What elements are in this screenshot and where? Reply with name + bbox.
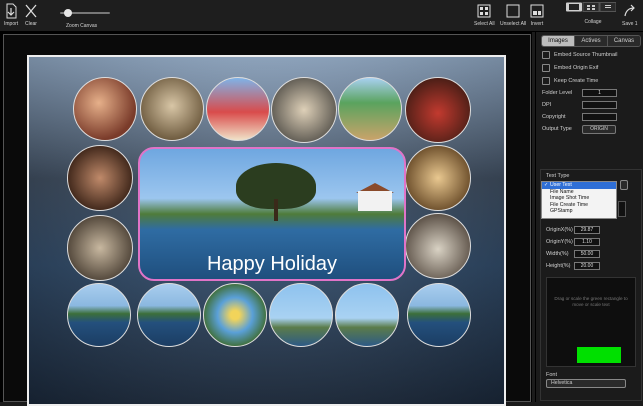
photo-circle[interactable] — [405, 77, 471, 143]
folder-level-field[interactable]: 1 — [582, 89, 617, 97]
folder-level-label: Folder Level — [542, 90, 573, 96]
tab-actives[interactable]: Actives — [575, 36, 608, 46]
text-type-dropdown[interactable] — [620, 180, 628, 190]
menu-item-label: GPStamp — [550, 208, 573, 214]
import-button[interactable]: Import — [4, 2, 18, 27]
checkbox-label: Embed Source Thumbnail — [554, 52, 618, 58]
tree-trunk — [274, 199, 278, 221]
checkbox-embed-thumbnail[interactable]: Embed Source Thumbnail — [542, 51, 618, 59]
photo-circle[interactable] — [67, 215, 133, 281]
collage-mode-group[interactable]: Collage — [566, 2, 616, 25]
photo-circle[interactable] — [338, 77, 402, 141]
layout-mode-icons — [566, 2, 616, 12]
invert-icon — [530, 4, 544, 18]
menu-item-label: User Text — [550, 182, 572, 188]
checkbox-box[interactable] — [542, 64, 550, 72]
width-field[interactable]: 50.00 — [574, 250, 600, 258]
zoom-label: Zoom Canvas — [66, 23, 98, 29]
toolbar: Import Clear Zoom Canvas Select All Unse… — [0, 0, 643, 32]
invert-button[interactable]: Invert — [530, 2, 544, 27]
copyright-field[interactable] — [582, 113, 617, 121]
photo-circle[interactable] — [269, 283, 333, 347]
photo-circle[interactable] — [206, 77, 270, 141]
empty-square-icon — [506, 4, 520, 18]
font-label: Font — [546, 372, 558, 378]
copyright-label: Copyright — [542, 114, 566, 120]
save-label: Save 1 — [622, 21, 638, 27]
photo-circle[interactable] — [405, 145, 471, 211]
clear-button[interactable]: Clear — [24, 2, 38, 27]
share-arrow-icon — [624, 4, 635, 17]
photo-circle[interactable] — [203, 283, 267, 347]
originx-field[interactable]: 29.87 — [574, 226, 600, 234]
photo-circle[interactable] — [67, 145, 133, 211]
collage-canvas[interactable]: Happy Holiday — [27, 55, 506, 406]
photo-circle[interactable] — [335, 283, 399, 347]
zoom-slider-knob[interactable] — [63, 9, 72, 17]
select-all-button[interactable]: Select All — [474, 2, 495, 27]
originx-label: OriginX(%) — [546, 227, 573, 233]
main-photo[interactable]: Happy Holiday — [138, 147, 406, 281]
height-label: Height(%) — [546, 263, 571, 269]
height-field[interactable]: 20.00 — [574, 262, 600, 270]
photo-circle[interactable] — [137, 283, 201, 347]
text-input-field[interactable] — [618, 201, 626, 217]
output-type-label: Output Type — [542, 126, 572, 132]
text-type-menu: ✓ User Text File Name Image Shot Time Fil… — [541, 181, 617, 219]
text-type-label: Text Type — [546, 173, 570, 179]
checkbox-keep-create-time[interactable]: Keep Create Time — [542, 77, 598, 85]
unselect-all-label: Unselect All — [500, 21, 527, 27]
originy-field[interactable]: 1.10 — [574, 238, 600, 246]
checkbox-label: Embed Origin Exif — [554, 65, 599, 71]
grid-icon — [477, 4, 491, 18]
menu-item-label: Image Shot Time — [550, 195, 590, 201]
photo-circle[interactable] — [67, 283, 131, 347]
select-all-label: Select All — [474, 21, 495, 27]
preview-hint: Drag or scale the green rectangle to mov… — [554, 296, 628, 307]
menu-item-gpstamp[interactable]: GPStamp — [542, 208, 616, 215]
tab-canvas[interactable]: Canvas — [608, 36, 640, 46]
close-icon — [25, 4, 37, 18]
checkbox-label: Keep Create Time — [554, 78, 599, 84]
house-shape — [358, 191, 392, 211]
dpi-field[interactable] — [582, 101, 617, 109]
clear-label: Clear — [25, 21, 37, 27]
inspector-panel: Images Actives Canvas Embed Source Thumb… — [535, 32, 643, 402]
menu-item-label: File Create Time — [550, 201, 589, 208]
output-type-select[interactable]: ORIGIN — [582, 125, 616, 134]
collage-label: Collage — [584, 19, 602, 25]
text-position-preview[interactable]: Drag or scale the green rectangle to mov… — [546, 277, 636, 367]
menu-item-label: File Name — [550, 188, 574, 195]
zoom-label-wrap: Zoom Canvas — [66, 22, 97, 29]
invert-label: Invert — [530, 21, 544, 27]
originy-label: OriginY(%) — [546, 239, 573, 245]
text-rect-handle[interactable] — [577, 347, 621, 363]
dpi-label: DPI — [542, 102, 552, 108]
save-button[interactable]: Save 1 — [622, 2, 638, 27]
photo-circle[interactable] — [407, 283, 471, 347]
import-label: Import — [4, 21, 19, 27]
caption-text[interactable]: Happy Holiday — [140, 253, 404, 276]
photo-circle[interactable] — [405, 213, 471, 279]
unselect-all-button[interactable]: Unselect All — [500, 2, 526, 27]
checkbox-box[interactable] — [542, 77, 550, 85]
photo-circle[interactable] — [271, 77, 337, 143]
width-label: Width(%) — [546, 251, 569, 257]
checkbox-box[interactable] — [542, 51, 550, 59]
tab-images[interactable]: Images — [542, 36, 575, 46]
font-select[interactable]: Helvetica — [546, 379, 626, 388]
panel-tabs: Images Actives Canvas — [541, 35, 641, 47]
checkbox-embed-exif[interactable]: Embed Origin Exif — [542, 64, 598, 72]
import-icon — [6, 3, 17, 19]
photo-circle[interactable] — [73, 77, 137, 141]
photo-circle[interactable] — [140, 77, 204, 141]
